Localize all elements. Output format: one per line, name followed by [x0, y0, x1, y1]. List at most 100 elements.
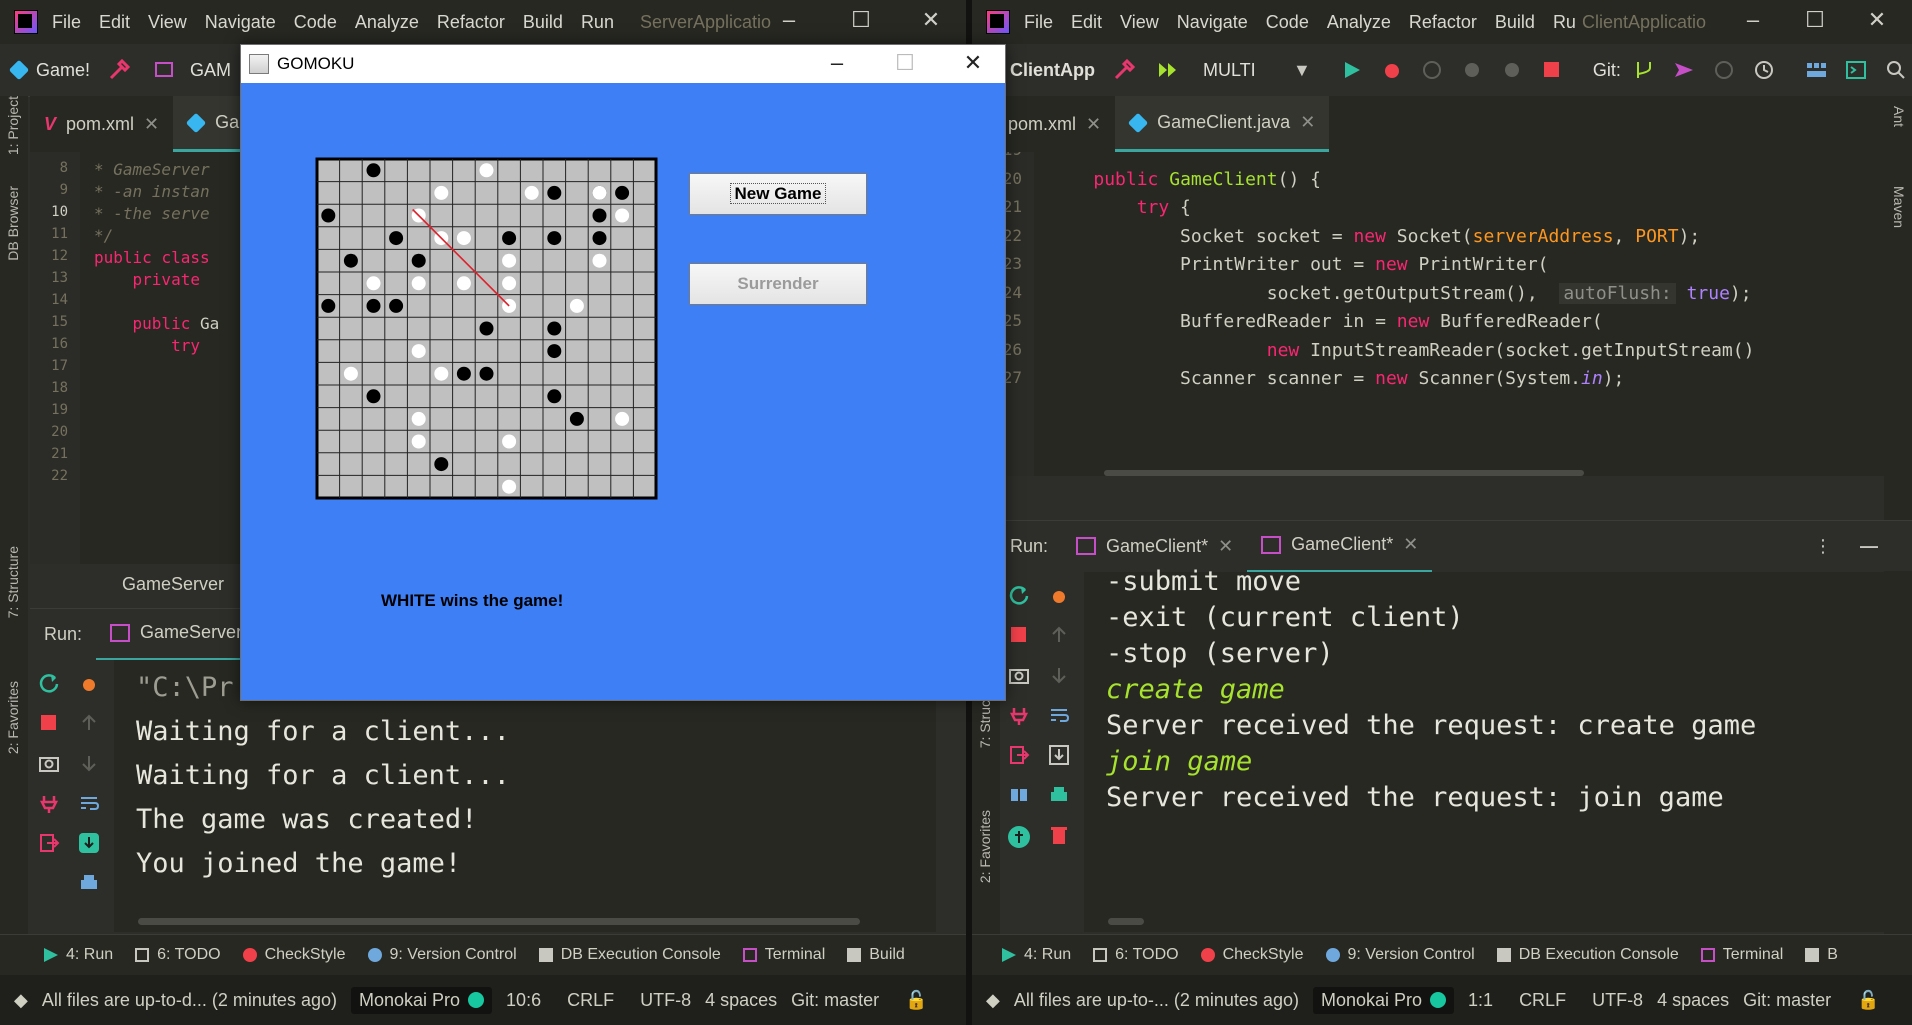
search-icon[interactable] [1885, 59, 1907, 81]
close-tab-icon[interactable]: ✕ [1300, 112, 1315, 133]
menu-run[interactable]: Run [581, 12, 614, 33]
toolwin-build[interactable]: Build [847, 946, 905, 964]
run-tab-gameserver[interactable]: GameServer [96, 608, 257, 661]
chevron-down-icon[interactable]: ▼ [1293, 60, 1311, 81]
run-config-selector[interactable]: GAM [190, 60, 231, 81]
soft-wrap-icon[interactable] [1048, 704, 1070, 726]
toolwin-todo[interactable]: 6: TODO [135, 946, 221, 964]
camera-icon[interactable] [1008, 664, 1030, 686]
minimize-panel-icon[interactable]: — [1860, 536, 1878, 557]
horizontal-scrollbar[interactable] [1108, 918, 1144, 925]
new-game-button[interactable]: New Game [689, 173, 867, 215]
toolwin-checkstyle[interactable]: CheckStyle [1200, 946, 1304, 964]
run-config-selector[interactable]: MULTI [1203, 60, 1293, 81]
exit-icon[interactable] [38, 832, 60, 854]
toolwin-run[interactable]: 4: Run [1002, 946, 1071, 964]
menu-code[interactable]: Code [1266, 12, 1309, 33]
horizontal-scrollbar[interactable] [1104, 470, 1584, 476]
stop-icon[interactable] [1541, 59, 1563, 81]
close-icon[interactable]: ✕ [1848, 0, 1906, 44]
toolwin-version-control[interactable]: 9: Version Control [367, 946, 517, 964]
run-config-icon[interactable] [154, 59, 176, 81]
favorites-tool-label[interactable]: 2: Favorites [977, 810, 993, 883]
close-tab-icon[interactable]: ✕ [1086, 114, 1101, 135]
stop-icon[interactable] [38, 712, 60, 734]
camera-icon[interactable] [38, 752, 60, 774]
stop-icon[interactable] [1008, 624, 1030, 646]
build-hammer-icon[interactable] [108, 58, 131, 81]
trash-icon[interactable] [1048, 824, 1070, 846]
favorites-tool-label[interactable]: 2: Favorites [5, 681, 21, 754]
up-arrow-icon[interactable] [1048, 624, 1070, 646]
indent-setting[interactable]: 4 spaces [705, 990, 777, 1011]
print-icon[interactable] [1048, 784, 1070, 806]
scroll-to-end-icon[interactable] [1048, 744, 1070, 766]
minimize-icon[interactable]: – [807, 45, 867, 83]
tab-gameclient-java[interactable]: GameClient.java ✕ [1115, 96, 1330, 152]
structure-tool-label[interactable]: 7: Structure [5, 546, 21, 618]
toolwin-build[interactable]: B [1805, 946, 1838, 964]
terminal-icon[interactable] [1845, 59, 1867, 81]
status-message[interactable]: All files are up-to-d... (2 minutes ago) [42, 990, 337, 1011]
git-branch[interactable]: Git: master [1743, 990, 1831, 1011]
maximize-icon[interactable]: ☐ [1786, 0, 1844, 44]
more-options-icon[interactable]: ⋮ [1814, 536, 1832, 557]
maximize-icon[interactable]: ☐ [832, 0, 890, 44]
menu-analyze[interactable]: Analyze [355, 12, 419, 33]
toolwin-todo[interactable]: 6: TODO [1093, 946, 1179, 964]
maximize-icon[interactable]: ☐ [875, 45, 935, 83]
toolwin-db-execution[interactable]: DB Execution Console [1496, 946, 1679, 964]
maven-tool-label[interactable]: Maven [1891, 186, 1907, 228]
menu-view[interactable]: View [1120, 12, 1159, 33]
rerun-icon[interactable] [1008, 584, 1030, 606]
line-separator[interactable]: CRLF [1519, 990, 1566, 1011]
debug-bug-icon[interactable] [78, 672, 100, 694]
git-branch-icon[interactable] [1633, 59, 1655, 81]
menu-file[interactable]: File [1024, 12, 1053, 33]
close-icon[interactable]: ✕ [902, 0, 960, 44]
toolwin-checkstyle[interactable]: CheckStyle [242, 946, 346, 964]
toolwin-terminal[interactable]: Terminal [742, 946, 825, 964]
build-hammer-icon[interactable] [1113, 58, 1136, 81]
ant-tool-label[interactable]: Ant [1891, 106, 1907, 127]
close-tab-icon[interactable]: ✕ [1218, 536, 1233, 557]
project-name[interactable]: Game! [36, 60, 90, 81]
plug-icon[interactable] [1008, 704, 1030, 726]
caret-position[interactable]: 10:6 [506, 990, 541, 1011]
toolwin-terminal[interactable]: Terminal [1700, 946, 1783, 964]
soft-wrap-icon[interactable] [78, 792, 100, 814]
lock-icon[interactable]: 🔓 [905, 990, 927, 1011]
menu-build[interactable]: Build [1495, 12, 1535, 33]
run-tab-gameclient-1[interactable]: GameClient* ✕ [1062, 521, 1247, 571]
file-encoding[interactable]: UTF-8 [1592, 990, 1643, 1011]
menu-refactor[interactable]: Refactor [1409, 12, 1477, 33]
close-tab-icon[interactable]: ✕ [144, 114, 159, 135]
breadcrumb-class[interactable]: GameServer [122, 574, 224, 595]
menu-run[interactable]: Ru [1553, 12, 1576, 33]
run-icon[interactable] [1341, 59, 1363, 81]
gomoku-board[interactable] [315, 157, 659, 501]
surrender-button[interactable]: Surrender [689, 263, 867, 305]
menu-file[interactable]: File [52, 12, 81, 33]
menu-refactor[interactable]: Refactor [437, 12, 505, 33]
run-console[interactable]: -submit move -exit (current client) -stop … [1084, 566, 1884, 932]
menu-view[interactable]: View [148, 12, 187, 33]
run-multi-icon[interactable] [1157, 59, 1179, 81]
menu-navigate[interactable]: Navigate [1177, 12, 1248, 33]
git-branch[interactable]: Git: master [791, 990, 879, 1011]
db-browser-tool-label[interactable]: DB Browser [5, 186, 21, 261]
toolwin-db-execution[interactable]: DB Execution Console [538, 946, 721, 964]
minimize-icon[interactable]: – [760, 0, 818, 44]
scroll-to-end-icon[interactable] [78, 832, 100, 854]
theme-widget[interactable]: Monokai Pro [1312, 986, 1455, 1014]
code-editor[interactable]: 1920 public GameClient() {21 try {22 Soc… [972, 152, 1884, 476]
plug-icon[interactable] [38, 792, 60, 814]
down-arrow-icon[interactable] [1048, 664, 1070, 686]
print-icon[interactable] [78, 872, 100, 894]
menu-edit[interactable]: Edit [1071, 12, 1102, 33]
debug-bug-icon[interactable] [1048, 584, 1070, 606]
rollback-icon[interactable] [1753, 59, 1775, 81]
gomoku-title-bar[interactable]: GOMOKU – ☐ ✕ [241, 45, 1005, 83]
status-message[interactable]: All files are up-to-... (2 minutes ago) [1014, 990, 1299, 1011]
attach-icon[interactable] [1501, 59, 1523, 81]
